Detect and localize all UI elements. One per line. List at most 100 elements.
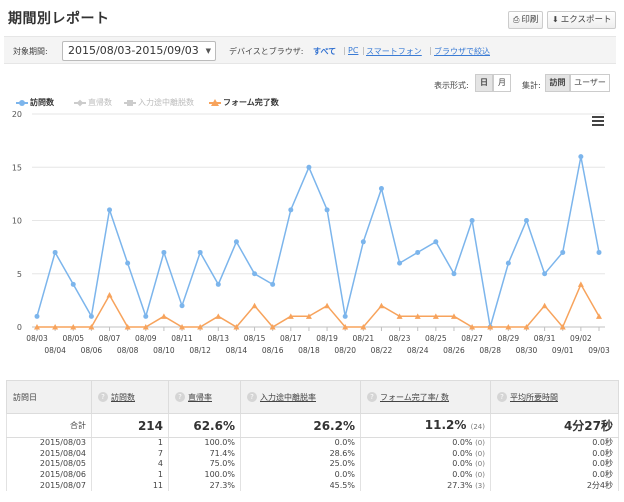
y-tick-label: 15: [12, 163, 22, 172]
data-point-visits: [197, 249, 203, 255]
row-abandon: 45.5%: [240, 480, 361, 492]
x-tick-label: 08/25: [425, 334, 447, 343]
row-avg-time: 0.0秒: [490, 459, 619, 470]
x-tick-label: 09/01: [552, 346, 574, 355]
help-icon[interactable]: ?: [175, 392, 185, 402]
column-header-visits[interactable]: ? 訪問数: [91, 380, 169, 414]
row-visits: 1: [91, 469, 169, 481]
data-point-visits: [433, 239, 439, 245]
row-abandon: 0.0%: [240, 469, 361, 481]
row-date: 2015/08/05: [6, 459, 92, 470]
data-point-visits: [505, 260, 511, 266]
display-option-day[interactable]: 日: [475, 74, 493, 92]
device-link-browser-filter[interactable]: ブラウザで絞込: [434, 46, 490, 57]
device-link-smartphone[interactable]: スマートフォン: [366, 46, 422, 57]
table-row: 2015/08/04 7 71.4% 28.6% 0.0% (0) 0.0秒: [6, 448, 619, 460]
row-completion: 0.0% (0): [360, 469, 491, 481]
x-tick-label: 08/04: [44, 346, 66, 355]
help-icon[interactable]: ?: [98, 392, 108, 402]
data-point-visits: [125, 260, 131, 266]
data-point-visits: [360, 239, 366, 245]
data-point-visits: [34, 313, 40, 319]
x-tick-label: 08/14: [226, 346, 248, 355]
row-date: 2015/08/06: [6, 469, 92, 481]
data-point-visits: [52, 249, 58, 255]
x-tick-label: 08/28: [479, 346, 501, 355]
data-point-visits: [378, 186, 384, 192]
printer-icon: ⎙: [513, 15, 520, 24]
table-header-row: 訪問日 ? 訪問数 ? 直帰率 ? 入力途中離脱率 ? フォーム完了率/ 数 ? 平均所要…: [6, 380, 619, 414]
data-point-visits: [596, 249, 602, 255]
legend-marker-form-complete: [209, 98, 221, 107]
row-visits: 7: [91, 448, 169, 460]
row-abandon: 25.0%: [240, 459, 361, 470]
data-point-form-complete: [577, 281, 584, 287]
x-tick-label: 08/12: [189, 346, 211, 355]
row-abandon: 0.0%: [240, 437, 361, 449]
column-header-bounce[interactable]: ? 直帰率: [168, 380, 241, 414]
row-visits: 1: [91, 437, 169, 449]
aggregate-option-users[interactable]: ユーザー: [570, 74, 610, 92]
column-header-abandon[interactable]: ? 入力途中離脱率: [240, 380, 361, 414]
filter-bar: 対象期間: 2015/08/03-2015/09/03 ▼ デバイスとブラウザ:…: [4, 36, 616, 64]
row-date: 2015/08/04: [6, 448, 92, 460]
x-tick-label: 08/05: [62, 334, 84, 343]
x-tick-label: 08/13: [207, 334, 229, 343]
display-option-month[interactable]: 月: [493, 74, 511, 92]
data-point-visits: [523, 218, 529, 223]
data-point-visits: [143, 313, 149, 319]
legend-label-visits: 訪問数: [30, 98, 54, 107]
row-completion: 27.3% (3): [360, 480, 491, 492]
column-header-completion[interactable]: ? フォーム完了率/ 数: [360, 380, 491, 414]
period-label: 対象期間:: [13, 47, 48, 56]
table-row: 2015/08/03 1 100.0% 0.0% 0.0% (0) 0.0秒: [6, 437, 619, 449]
x-tick-label: 08/29: [498, 334, 520, 343]
row-bounce: 27.3%: [168, 480, 241, 492]
legend-item-bounces[interactable]: 直帰数: [74, 97, 112, 108]
x-tick-label: 09/03: [588, 346, 610, 355]
x-tick-label: 08/23: [389, 334, 411, 343]
series-line-visits: [36, 156, 600, 328]
print-button[interactable]: ⎙ 印刷: [508, 11, 544, 29]
data-point-visits: [107, 207, 113, 213]
data-point-form-complete: [378, 302, 385, 309]
page-title: 期間別レポート: [8, 11, 110, 27]
x-tick-label: 08/09: [135, 334, 157, 343]
help-icon[interactable]: ?: [497, 392, 507, 402]
export-button[interactable]: ⬇ エクスポート: [547, 11, 617, 29]
data-point-visits: [469, 218, 475, 223]
x-tick-label: 08/07: [99, 334, 121, 343]
help-icon[interactable]: ?: [247, 392, 257, 402]
data-point-form-complete: [541, 302, 548, 309]
legend-item-visits[interactable]: 訪問数: [16, 97, 54, 108]
table-row: 2015/08/07 11 27.3% 45.5% 27.3% (3) 2分4秒: [6, 480, 619, 492]
data-point-visits: [451, 271, 457, 277]
help-icon[interactable]: ?: [367, 392, 377, 402]
y-tick-label: 5: [17, 270, 22, 279]
aggregate-option-visits[interactable]: 訪問: [545, 74, 570, 92]
legend-label-bounces: 直帰数: [88, 98, 112, 107]
row-date: 2015/08/07: [6, 480, 92, 492]
period-select[interactable]: 2015/08/03-2015/09/03 ▼: [62, 41, 216, 61]
x-tick-label: 08/24: [407, 346, 429, 355]
x-tick-label: 08/11: [171, 334, 193, 343]
device-separator: |: [429, 46, 432, 55]
device-link-pc[interactable]: PC: [348, 46, 358, 55]
legend-item-form-complete[interactable]: フォーム完了数: [209, 97, 279, 108]
caret-down-icon: ▼: [205, 47, 211, 55]
x-tick-label: 08/18: [298, 346, 320, 355]
legend-item-abandon[interactable]: 入力途中離脱数: [124, 97, 194, 108]
device-label: デバイスとブラウザ:: [229, 47, 304, 56]
period-report-page: 期間別レポート ⎙ 印刷 ⬇ エクスポート 対象期間: 2015/08/03-201…: [0, 0, 624, 502]
x-tick-label: 08/16: [262, 346, 284, 355]
device-separator: |: [362, 46, 365, 55]
display-format-label: 表示形式:: [434, 81, 469, 90]
device-link-all[interactable]: すべて: [313, 46, 336, 57]
x-tick-label: 08/08: [117, 346, 139, 355]
data-point-form-complete: [251, 302, 258, 309]
export-label: エクスポート: [560, 15, 612, 25]
row-avg-time: 0.0秒: [490, 469, 619, 481]
column-header-avg-time[interactable]: ? 平均所要時間: [490, 380, 619, 414]
download-icon: ⬇: [552, 15, 559, 24]
total-avg-time: 4分27秒: [490, 413, 619, 438]
